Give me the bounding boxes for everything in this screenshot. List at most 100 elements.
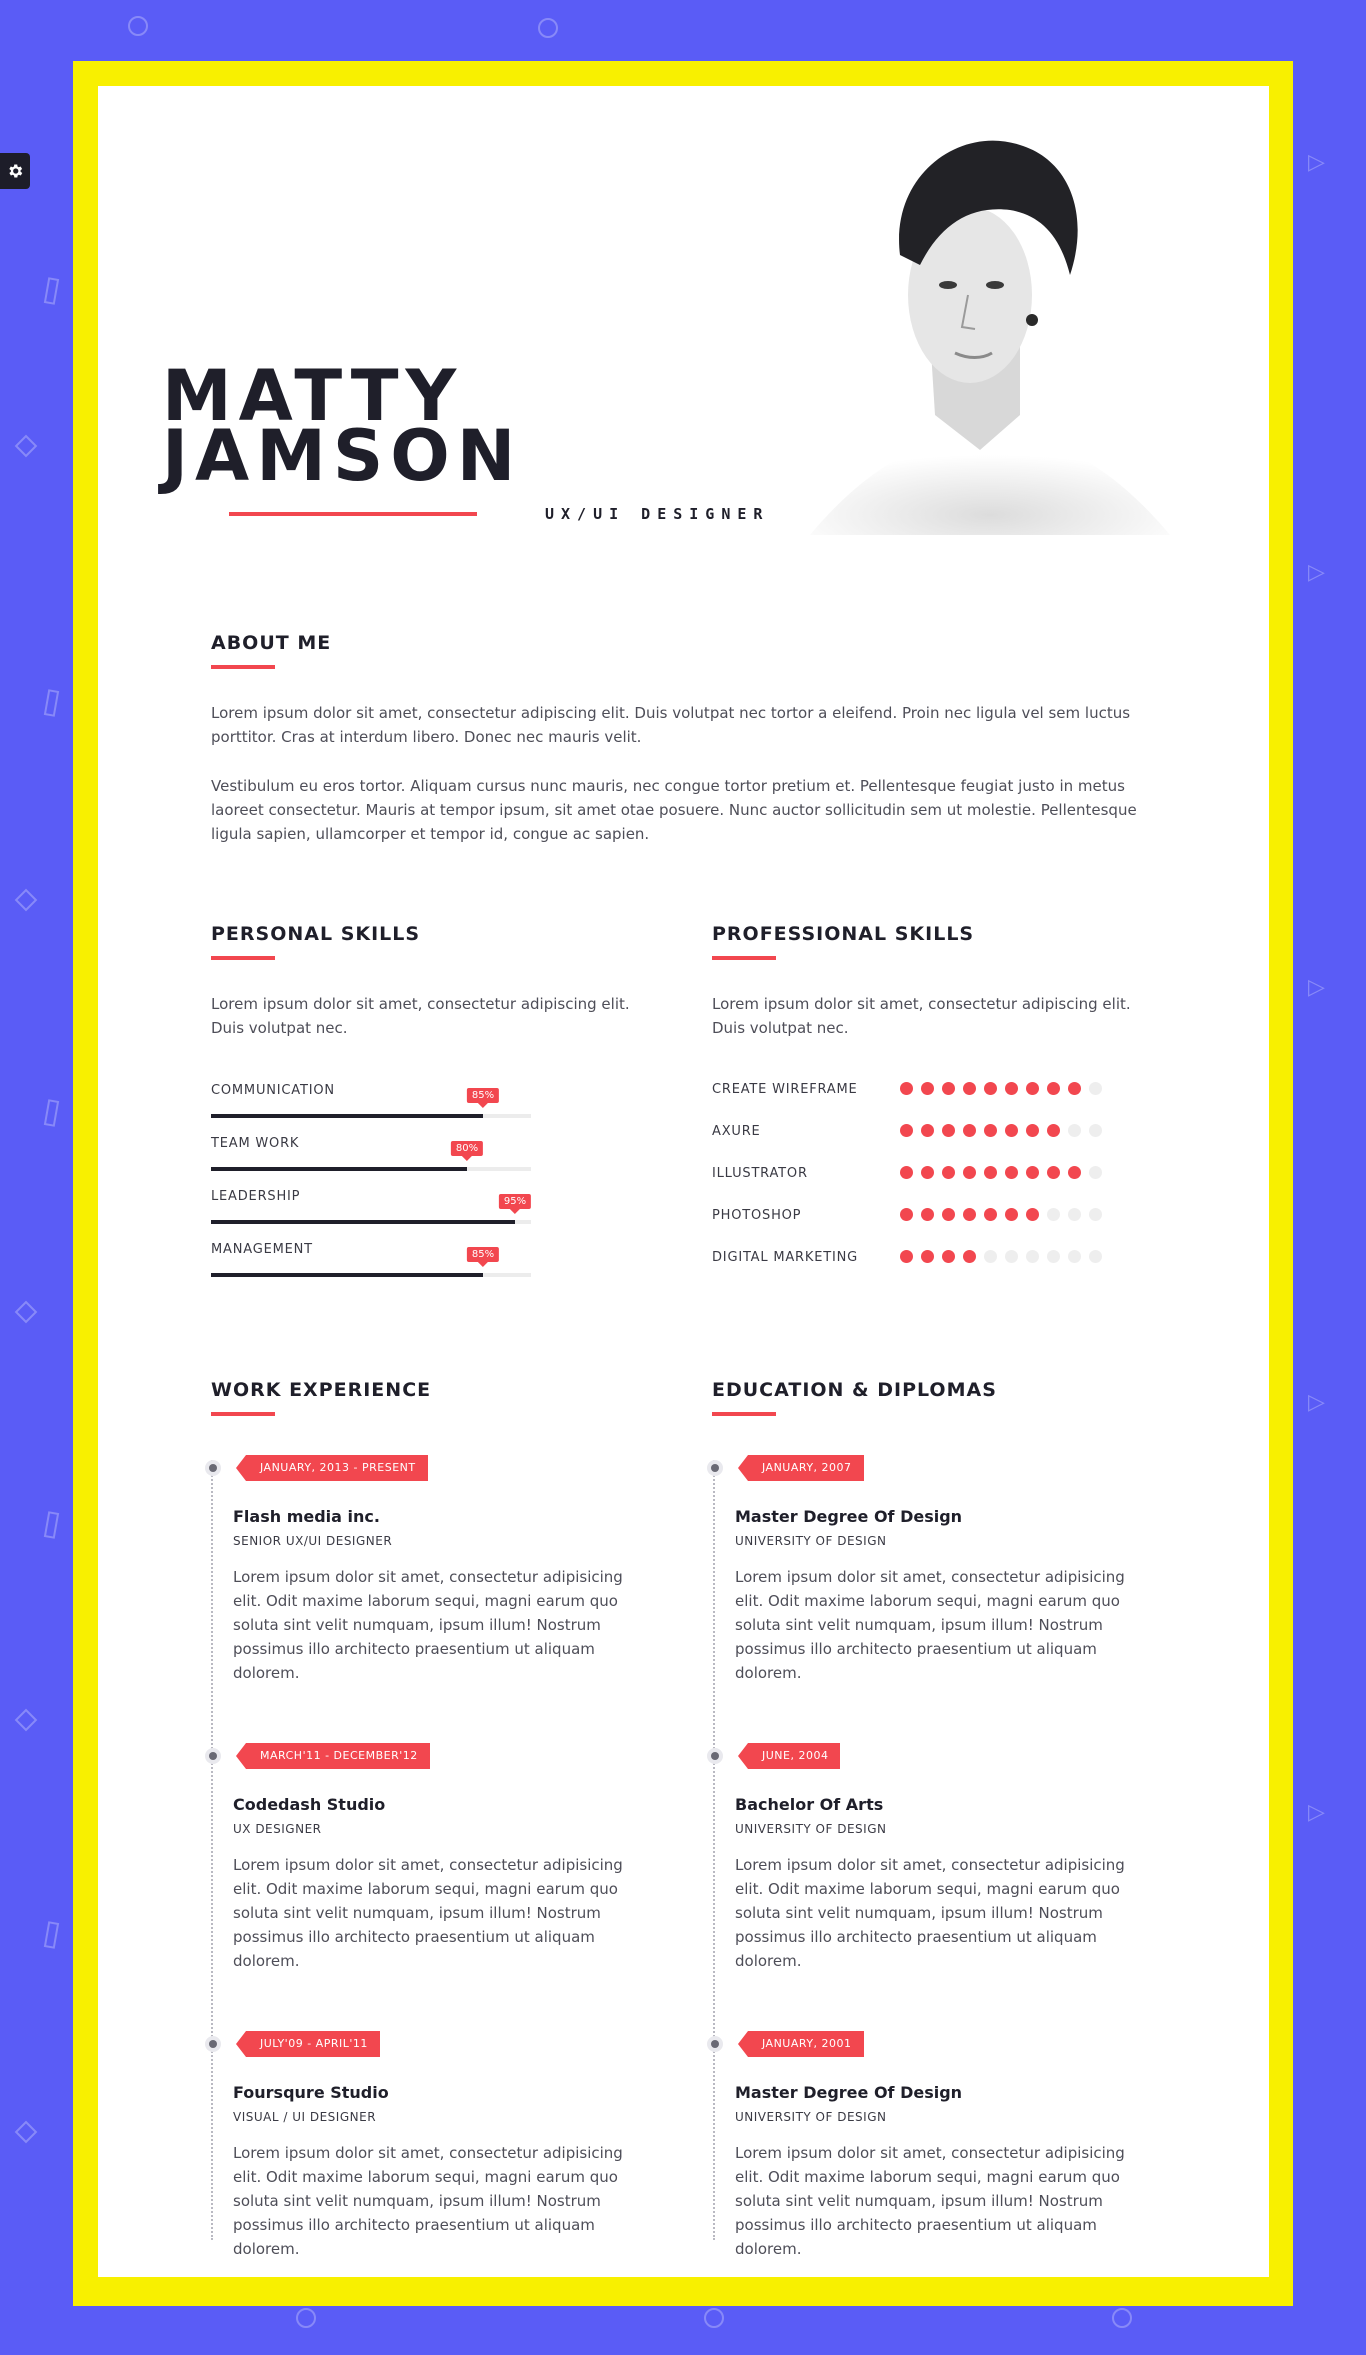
bar-decoration bbox=[43, 1511, 60, 1539]
timeline-node bbox=[707, 1748, 723, 1764]
rating-dot-empty bbox=[1047, 1208, 1060, 1221]
entry-description: Lorem ipsum dolor sit amet, consectetur … bbox=[735, 1856, 1125, 1970]
rating-dot-filled bbox=[1026, 1082, 1039, 1095]
skill-bar-fill bbox=[211, 1273, 483, 1277]
rating-dot-filled bbox=[942, 1250, 955, 1263]
skill-bar-track: 80% bbox=[211, 1141, 531, 1171]
rating-dot-filled bbox=[942, 1124, 955, 1137]
skill-label: TEAM WORK bbox=[211, 1136, 300, 1151]
pro-skill-label: PHOTOSHOP bbox=[712, 1208, 802, 1223]
name-last: JAMSON bbox=[162, 415, 523, 497]
triangle-decoration: ▷ bbox=[1308, 150, 1325, 175]
rating-dot-filled bbox=[984, 1082, 997, 1095]
rating-dot-filled bbox=[900, 1124, 913, 1137]
rating-dot-filled bbox=[921, 1250, 934, 1263]
rating-dot-filled bbox=[900, 1250, 913, 1263]
entry-title: Flash media inc. bbox=[233, 1507, 380, 1526]
timeline-node bbox=[205, 2036, 221, 2052]
entry-subtitle: UNIVERSITY OF DESIGN bbox=[735, 1534, 887, 1548]
rating-dots bbox=[900, 1082, 1102, 1095]
education-timeline-line bbox=[713, 1460, 715, 2240]
triangle-decoration: ▷ bbox=[1308, 975, 1325, 1000]
diamond-decoration bbox=[14, 434, 38, 458]
education-heading: EDUCATION & DIPLOMAS bbox=[712, 1379, 997, 1401]
entry-title: Codedash Studio bbox=[233, 1795, 386, 1814]
rating-dot-filled bbox=[921, 1166, 934, 1179]
entry-description: Lorem ipsum dolor sit amet, consectetur … bbox=[233, 1856, 623, 1970]
rating-dot-filled bbox=[984, 1166, 997, 1179]
entry-subtitle: UX DESIGNER bbox=[233, 1822, 322, 1836]
entry-description: Lorem ipsum dolor sit amet, consectetur … bbox=[233, 2144, 623, 2258]
rating-dot-filled bbox=[1026, 1124, 1039, 1137]
pro-skill-row: DIGITAL MARKETING bbox=[712, 1248, 1132, 1268]
rating-dot-filled bbox=[900, 1208, 913, 1221]
skill-bar-fill bbox=[211, 1220, 515, 1224]
rating-dot-filled bbox=[1005, 1124, 1018, 1137]
pro-skill-row: ILLUSTRATOR bbox=[712, 1164, 1132, 1184]
personal-skills-underline bbox=[211, 956, 275, 960]
rating-dot-empty bbox=[1089, 1082, 1102, 1095]
skill-bar-track: 95% bbox=[211, 1194, 532, 1224]
skill-bar-fill bbox=[211, 1167, 467, 1171]
resume-name: MATTY JAMSON bbox=[162, 361, 522, 491]
entry-description: Lorem ipsum dolor sit amet, consectetur … bbox=[735, 2144, 1125, 2258]
date-badge: JANUARY, 2001 bbox=[738, 2031, 864, 2057]
rating-dot-filled bbox=[921, 1208, 934, 1221]
work-heading: WORK EXPERIENCE bbox=[211, 1379, 432, 1401]
entry-title: Foursqure Studio bbox=[233, 2083, 389, 2102]
rating-dots bbox=[900, 1166, 1102, 1179]
about-heading-underline bbox=[211, 665, 275, 669]
entry-title: Master Degree Of Design bbox=[735, 1507, 963, 1526]
skill-percent-badge: 85% bbox=[466, 1088, 500, 1103]
date-badge: JULY'09 - APRIL'11 bbox=[236, 2031, 380, 2057]
rating-dot-empty bbox=[1047, 1250, 1060, 1263]
skill-label: COMMUNICATION bbox=[211, 1083, 335, 1098]
rating-dot-filled bbox=[900, 1082, 913, 1095]
rating-dot-empty bbox=[1089, 1208, 1102, 1221]
skill-bar-track: 85% bbox=[211, 1247, 531, 1277]
diamond-decoration bbox=[14, 2120, 38, 2144]
entry-description: Lorem ipsum dolor sit amet, consectetur … bbox=[233, 1568, 623, 1682]
rating-dot-filled bbox=[942, 1208, 955, 1221]
rating-dot-filled bbox=[1005, 1208, 1018, 1221]
rating-dot-empty bbox=[1089, 1166, 1102, 1179]
name-underline bbox=[229, 512, 477, 516]
rating-dot-filled bbox=[900, 1166, 913, 1179]
work-timeline-line bbox=[211, 1460, 213, 2240]
skill-bar-fill bbox=[211, 1114, 483, 1118]
rating-dot-filled bbox=[963, 1250, 976, 1263]
diamond-decoration bbox=[14, 1708, 38, 1732]
rating-dot-empty bbox=[1089, 1250, 1102, 1263]
bar-decoration bbox=[43, 689, 60, 717]
date-badge: JANUARY, 2007 bbox=[738, 1455, 864, 1481]
timeline-node bbox=[205, 1748, 221, 1764]
pro-skill-label: ILLUSTRATOR bbox=[712, 1166, 808, 1181]
work-heading-underline bbox=[211, 1412, 275, 1416]
pro-skill-row: AXURE bbox=[712, 1122, 1132, 1142]
skill-bar-track: 85% bbox=[211, 1088, 531, 1118]
rating-dot-empty bbox=[1026, 1250, 1039, 1263]
about-paragraph-1: Lorem ipsum dolor sit amet, consectetur … bbox=[211, 704, 1131, 746]
entry-description: Lorem ipsum dolor sit amet, consectetur … bbox=[735, 1568, 1125, 1682]
date-badge: JUNE, 2004 bbox=[737, 1743, 841, 1769]
rating-dot-filled bbox=[963, 1082, 976, 1095]
entry-subtitle: UNIVERSITY OF DESIGN bbox=[735, 1822, 887, 1836]
rating-dot-empty bbox=[1089, 1124, 1102, 1137]
rating-dot-filled bbox=[942, 1082, 955, 1095]
settings-toggle-button[interactable] bbox=[0, 153, 30, 189]
rating-dot-filled bbox=[1068, 1082, 1081, 1095]
rating-dots bbox=[900, 1124, 1102, 1137]
rating-dot-empty bbox=[1068, 1124, 1081, 1137]
rating-dot-filled bbox=[984, 1208, 997, 1221]
rating-dot-empty bbox=[1068, 1250, 1081, 1263]
pro-skill-row: PHOTOSHOP bbox=[712, 1206, 1132, 1226]
skill-percent-badge: 85% bbox=[466, 1247, 500, 1262]
triangle-decoration: ▷ bbox=[1308, 560, 1325, 585]
timeline-node bbox=[707, 1460, 723, 1476]
about-paragraph-2: Vestibulum eu eros tortor. Aliquam cursu… bbox=[211, 777, 1137, 843]
pro-skill-row: CREATE WIREFRAME bbox=[712, 1080, 1132, 1100]
rating-dot-filled bbox=[1026, 1166, 1039, 1179]
about-heading: ABOUT ME bbox=[211, 632, 332, 654]
pro-skill-label: DIGITAL MARKETING bbox=[712, 1250, 859, 1265]
rating-dot-filled bbox=[963, 1124, 976, 1137]
